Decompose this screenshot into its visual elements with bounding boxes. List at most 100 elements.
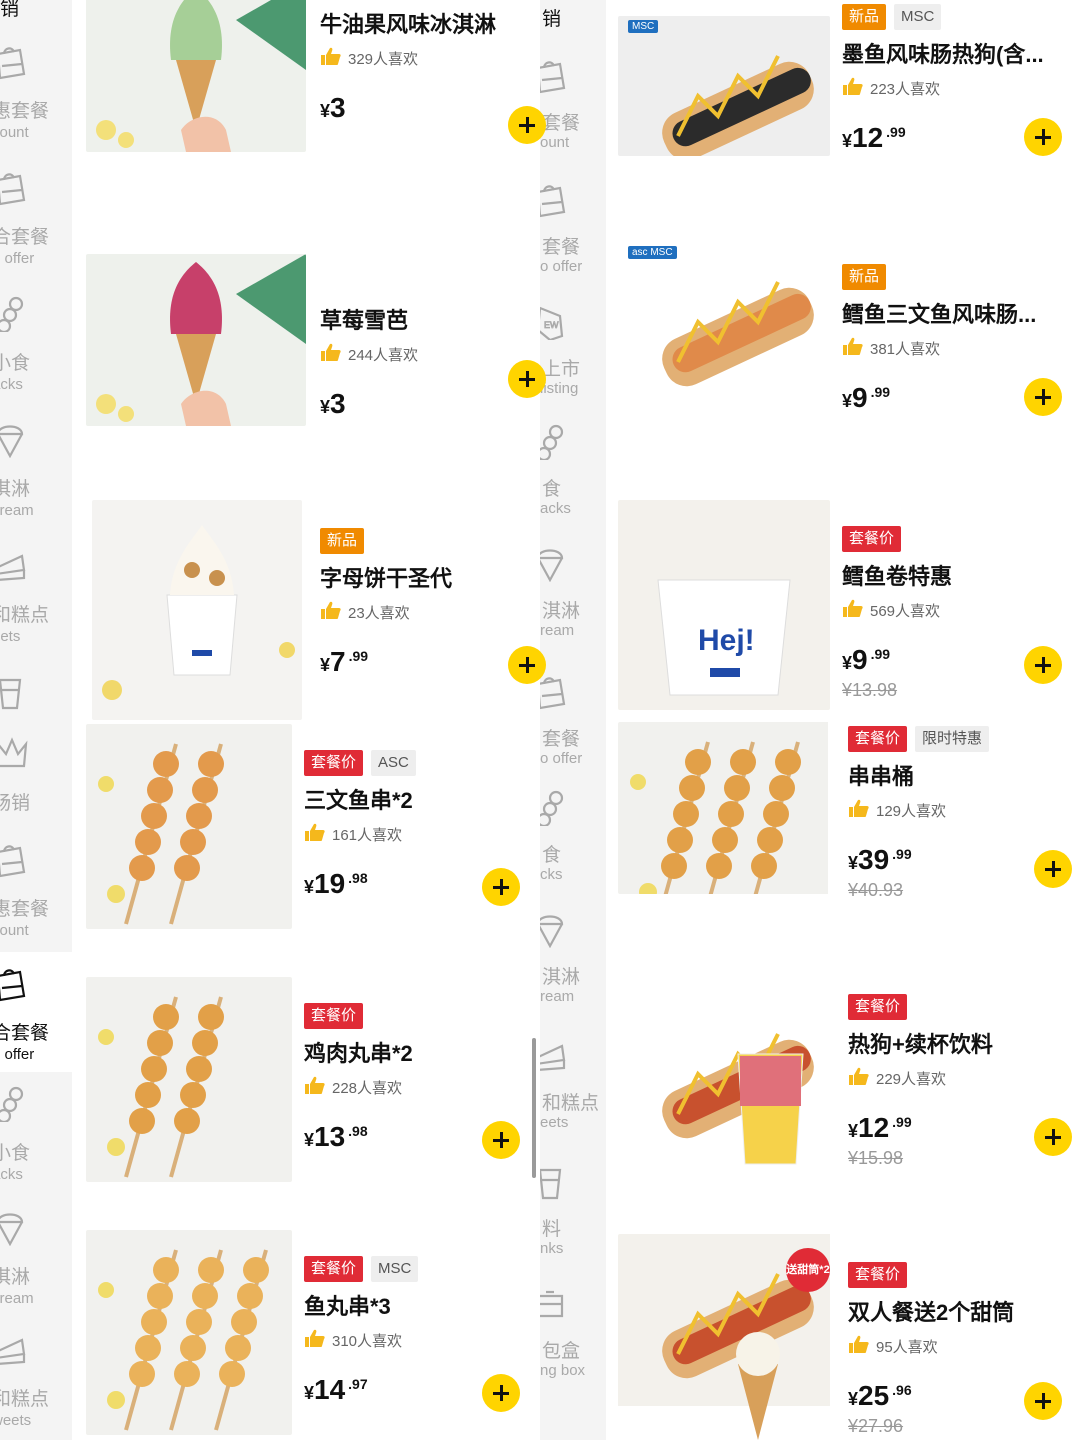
- left-rail-category-2[interactable]: 小食 acks: [0, 282, 72, 402]
- product-card[interactable]: 新品牛油果风味冰淇淋329人喜欢¥3: [86, 0, 546, 210]
- product-card[interactable]: 套餐价 ASC 三文鱼串*2 161人喜欢 ¥19.98: [86, 724, 526, 954]
- price-currency: ¥: [848, 853, 859, 873]
- mid-rail-category-2[interactable]: EW 上市 listing: [540, 290, 606, 406]
- left-rail-category-en: cream: [0, 502, 34, 519]
- mid-rail-category-0[interactable]: 套餐 ount: [540, 44, 606, 160]
- left-rail-category-11[interactable]: 和糕点 weets: [0, 1318, 72, 1438]
- add-to-cart-button[interactable]: [508, 646, 546, 684]
- product-card[interactable]: 套餐价 限时特惠 串串桶 129人喜欢 ¥39.99 ¥40.93: [618, 722, 1080, 952]
- price-integer: 3: [330, 92, 346, 123]
- price-decimal: .98: [348, 870, 368, 886]
- product-card[interactable]: 套餐价 热狗+续杯饮料 229人喜欢 ¥12.99 ¥15.98: [618, 994, 1080, 1224]
- mid-rail-category-5[interactable]: 套餐 o offer: [540, 660, 606, 776]
- badge-row: 套餐价 MSC: [304, 1256, 419, 1282]
- certification-logo: asc MSC: [628, 246, 677, 259]
- left-rail-category-0[interactable]: 惠套餐 count: [0, 30, 72, 150]
- mid-rail-category-10[interactable]: 包盒 ng box: [540, 1272, 606, 1388]
- ice-cream-icon: [540, 912, 568, 949]
- left-rail-category-5[interactable]: [0, 660, 72, 722]
- product-card[interactable]: 套餐价 鸡肉丸串*2 228人喜欢 ¥13.98: [86, 977, 526, 1207]
- product-image[interactable]: [618, 994, 830, 1184]
- product-card[interactable]: MSC 新品 MSC 墨鱼风味肠热狗(含... 223人喜欢 ¥12.99: [618, 4, 1080, 240]
- price-decimal: .98: [348, 1123, 368, 1139]
- product-card[interactable]: 套餐价 MSC 鱼丸串*3 310人喜欢 ¥14.97: [86, 1230, 526, 1440]
- product-title[interactable]: 鳕鱼卷特惠: [842, 562, 952, 592]
- product-image[interactable]: [86, 724, 292, 929]
- product-title[interactable]: 墨鱼风味肠热狗(含...: [842, 40, 1044, 70]
- left-rail-category-10[interactable]: 淇淋 cream: [0, 1196, 72, 1316]
- product-title[interactable]: 串串桶: [848, 762, 989, 792]
- cup-icon: [0, 674, 28, 710]
- product-info: 套餐价 ASC 三文鱼串*2 161人喜欢 ¥19.98: [304, 750, 416, 900]
- add-to-cart-button[interactable]: [1024, 646, 1062, 684]
- price-integer: 3: [330, 388, 346, 419]
- product-title[interactable]: 草莓雪芭: [320, 306, 418, 336]
- add-to-cart-button[interactable]: [1034, 850, 1072, 888]
- likes-count: 244人喜欢: [348, 346, 419, 364]
- product-title[interactable]: 三文鱼串*2: [304, 786, 416, 816]
- left-rail-category-9[interactable]: 小食 acks: [0, 1072, 72, 1192]
- add-to-cart-button[interactable]: [508, 106, 546, 144]
- product-card[interactable]: asc MSC 新品 鳕鱼三文鱼风味肠... 381人喜欢 ¥9.99: [618, 242, 1080, 472]
- product-image[interactable]: [86, 977, 292, 1182]
- left-rail-category-3[interactable]: 淇淋 cream: [0, 408, 72, 528]
- likes-count: 161人喜欢: [332, 826, 403, 844]
- badge-row: 新品 MSC: [842, 4, 1044, 30]
- product-card[interactable]: 草莓雪芭 244人喜欢 ¥3: [86, 254, 546, 484]
- product-image[interactable]: [86, 254, 306, 426]
- product-title[interactable]: 双人餐送2个甜筒: [848, 1298, 1014, 1328]
- product-title[interactable]: 鳕鱼三文鱼风味肠...: [842, 300, 1036, 330]
- scrollbar[interactable]: [532, 1038, 536, 1178]
- product-image[interactable]: [86, 1230, 292, 1435]
- mid-rail-category-7[interactable]: 淇淋 ream: [540, 898, 606, 1014]
- thumbs-up-icon: [848, 1334, 870, 1358]
- product-card[interactable]: 新品 字母饼干圣代 23人喜欢 ¥7.99: [86, 500, 546, 730]
- left-rail-category-6[interactable]: 畅销: [0, 722, 72, 828]
- add-to-cart-button[interactable]: [508, 360, 546, 398]
- promo-sticker: 送甜筒*2: [786, 1248, 830, 1292]
- price-integer: 13: [314, 1121, 346, 1152]
- bag-icon: [540, 674, 568, 710]
- product-title[interactable]: 热狗+续杯饮料: [848, 1030, 993, 1060]
- product-image[interactable]: Hej!: [618, 500, 830, 710]
- add-to-cart-button[interactable]: [482, 868, 520, 906]
- left-rail-category-4[interactable]: 和糕点 eets: [0, 534, 72, 654]
- product-info: 套餐价 MSC 鱼丸串*3 310人喜欢 ¥14.97: [304, 1256, 419, 1406]
- left-rail-category-1[interactable]: 合套餐 o offer: [0, 156, 72, 276]
- add-to-cart-button[interactable]: [482, 1121, 520, 1159]
- add-to-cart-button[interactable]: [1024, 378, 1062, 416]
- product-image[interactable]: [86, 0, 306, 152]
- mid-rail-category-8[interactable]: 和糕点 eets: [540, 1024, 606, 1140]
- product-image[interactable]: [92, 500, 302, 720]
- mid-rail-category-9[interactable]: 料 nks: [540, 1150, 606, 1266]
- mid-rail-category-1[interactable]: 套餐 o offer: [540, 168, 606, 284]
- product-title[interactable]: 牛油果风味冰淇淋: [320, 10, 496, 40]
- mid-rail-category-3[interactable]: 食 acks: [540, 410, 606, 526]
- mid-rail-category-4[interactable]: 淇淋 ream: [540, 532, 606, 648]
- add-to-cart-button[interactable]: [1024, 1382, 1062, 1420]
- product-title[interactable]: 鸡肉丸串*2: [304, 1039, 413, 1069]
- mid-rail-category-6[interactable]: 食 cks: [540, 776, 606, 892]
- add-to-cart-button[interactable]: [482, 1374, 520, 1412]
- left-rail-category-8[interactable]: 合套餐 o offer: [0, 952, 72, 1072]
- price-currency: ¥: [848, 1121, 859, 1141]
- product-image[interactable]: [618, 16, 830, 156]
- mid-rail-category-en: eets: [540, 1114, 569, 1131]
- left-rail-category-en: o offer: [0, 250, 35, 267]
- thumbs-up-icon: [320, 46, 342, 70]
- product-title[interactable]: 字母饼干圣代: [320, 564, 452, 594]
- product-image[interactable]: [618, 242, 830, 442]
- price-currency: ¥: [320, 397, 331, 417]
- product-image[interactable]: [618, 722, 836, 894]
- left-rail-category-7[interactable]: 惠套餐 count: [0, 828, 72, 948]
- price: ¥3: [320, 388, 418, 420]
- ice-cream-icon: [0, 422, 28, 459]
- product-card[interactable]: Hej! 套餐价 鳕鱼卷特惠 569人喜欢 ¥9.99 ¥13.98: [618, 500, 1080, 730]
- add-to-cart-button[interactable]: [1024, 118, 1062, 156]
- original-price: ¥13.98: [842, 680, 898, 700]
- product-card[interactable]: 送甜筒*2 套餐价 双人餐送2个甜筒 95人喜欢 ¥25.96 ¥27.96: [618, 1234, 1080, 1440]
- product-title[interactable]: 鱼丸串*3: [304, 1292, 418, 1322]
- mid-rail-category-en: listing: [540, 380, 579, 397]
- left-rail-category-zh: 和糕点: [0, 1389, 50, 1410]
- add-to-cart-button[interactable]: [1034, 1118, 1072, 1156]
